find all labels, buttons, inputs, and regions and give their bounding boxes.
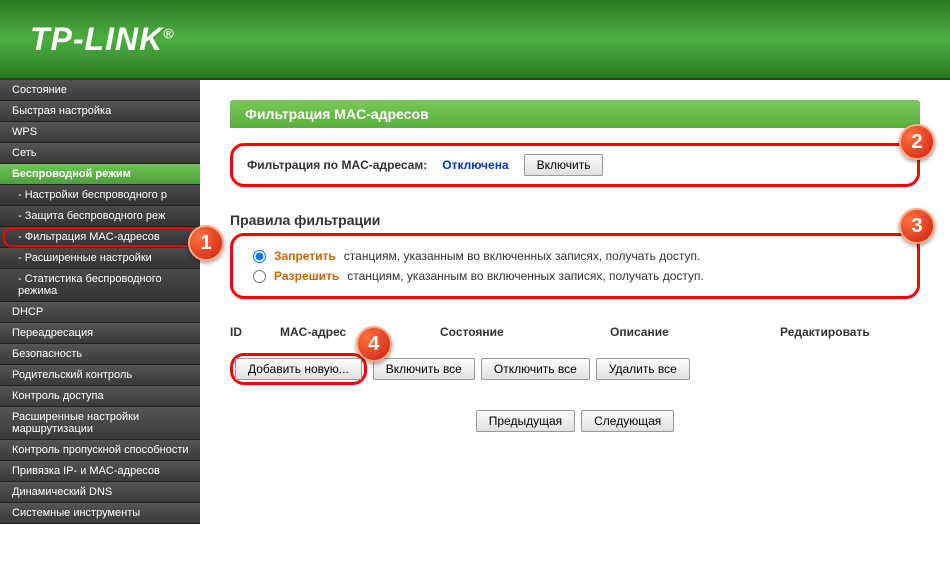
- nav-parental[interactable]: Родительский контроль: [0, 365, 200, 386]
- prev-button[interactable]: Предыдущая: [476, 410, 575, 432]
- nav-mac-filtering[interactable]: - Фильтрация MAC-адресов: [0, 227, 200, 248]
- nav-network[interactable]: Сеть: [0, 143, 200, 164]
- nav-wireless-settings[interactable]: - Настройки беспроводного р: [0, 185, 200, 206]
- rule-deny-radio[interactable]: [253, 250, 266, 263]
- rule-deny-label: Запретить: [274, 249, 336, 263]
- nav-routing[interactable]: Расширенные настройки маршрутизации: [0, 407, 200, 440]
- annotation-badge-4: 4: [356, 326, 392, 362]
- add-new-button[interactable]: Добавить новую...: [235, 358, 362, 380]
- annotation-badge-2: 2: [899, 124, 935, 160]
- action-buttons-row: Добавить новую... 4 Включить все Отключи…: [230, 353, 920, 385]
- nav-wireless-stats[interactable]: - Статистика беспроводного режима: [0, 269, 200, 302]
- filter-label: Фильтрация по MAC-адресам:: [247, 158, 427, 172]
- sidebar: Состояние Быстрая настройка WPS Сеть Бес…: [0, 80, 200, 574]
- nav-wireless-security[interactable]: - Защита беспроводного реж: [0, 206, 200, 227]
- nav-system-tools[interactable]: Системные инструменты: [0, 503, 200, 524]
- nav-wireless[interactable]: Беспроводной режим: [0, 164, 200, 185]
- nav-bandwidth[interactable]: Контроль пропускной способности: [0, 440, 200, 461]
- content-area: Фильтрация MAC-адресов Фильтрация по MAC…: [200, 80, 950, 574]
- th-desc: Описание: [610, 325, 780, 339]
- pagination-row: Предыдущая Следующая: [230, 410, 920, 432]
- nav-dhcp[interactable]: DHCP: [0, 302, 200, 323]
- table-header: ID MAC-адрес Состояние Описание Редактир…: [230, 319, 920, 345]
- nav-ddns[interactable]: Динамический DNS: [0, 482, 200, 503]
- nav-quick-setup[interactable]: Быстрая настройка: [0, 101, 200, 122]
- annotation-badge-1: 1: [188, 225, 224, 261]
- nav-advanced[interactable]: - Расширенные настройки: [0, 248, 200, 269]
- filter-status-box: Фильтрация по MAC-адресам: Отключена Вкл…: [230, 143, 920, 187]
- enable-button[interactable]: Включить: [524, 154, 604, 176]
- rule-allow-row[interactable]: Разрешить станциям, указанным во включен…: [253, 266, 897, 286]
- nav-access-control[interactable]: Контроль доступа: [0, 386, 200, 407]
- delete-all-button[interactable]: Удалить все: [596, 358, 690, 380]
- add-button-highlight: Добавить новую... 4: [230, 353, 367, 385]
- rule-allow-radio[interactable]: [253, 270, 266, 283]
- th-edit: Редактировать: [780, 325, 920, 339]
- rule-allow-label: Разрешить: [274, 269, 339, 283]
- disable-all-button[interactable]: Отключить все: [481, 358, 590, 380]
- nav-security[interactable]: Безопасность: [0, 344, 200, 365]
- nav-status[interactable]: Состояние: [0, 80, 200, 101]
- annotation-badge-3: 3: [899, 208, 935, 244]
- rules-box: Запретить станциям, указанным во включен…: [230, 233, 920, 299]
- nav-forwarding[interactable]: Переадресация: [0, 323, 200, 344]
- next-button[interactable]: Следующая: [581, 410, 674, 432]
- filter-status-value: Отключена: [442, 158, 508, 172]
- rule-deny-row[interactable]: Запретить станциям, указанным во включен…: [253, 246, 897, 266]
- nav-wps[interactable]: WPS: [0, 122, 200, 143]
- rule-allow-text: станциям, указанным во включенных запися…: [347, 269, 704, 283]
- rules-title: Правила фильтрации: [230, 212, 920, 228]
- logo: TP-LINK®: [30, 21, 175, 58]
- th-id: ID: [230, 325, 280, 339]
- app-header: TP-LINK®: [0, 0, 950, 80]
- panel-title: Фильтрация MAC-адресов: [230, 100, 920, 128]
- main-container: Состояние Быстрая настройка WPS Сеть Бес…: [0, 80, 950, 574]
- rule-deny-text: станциям, указанным во включенных запися…: [344, 249, 701, 263]
- nav-ip-mac-binding[interactable]: Привязка IP- и MAC-адресов: [0, 461, 200, 482]
- th-state: Состояние: [440, 325, 610, 339]
- enable-all-button[interactable]: Включить все: [373, 358, 475, 380]
